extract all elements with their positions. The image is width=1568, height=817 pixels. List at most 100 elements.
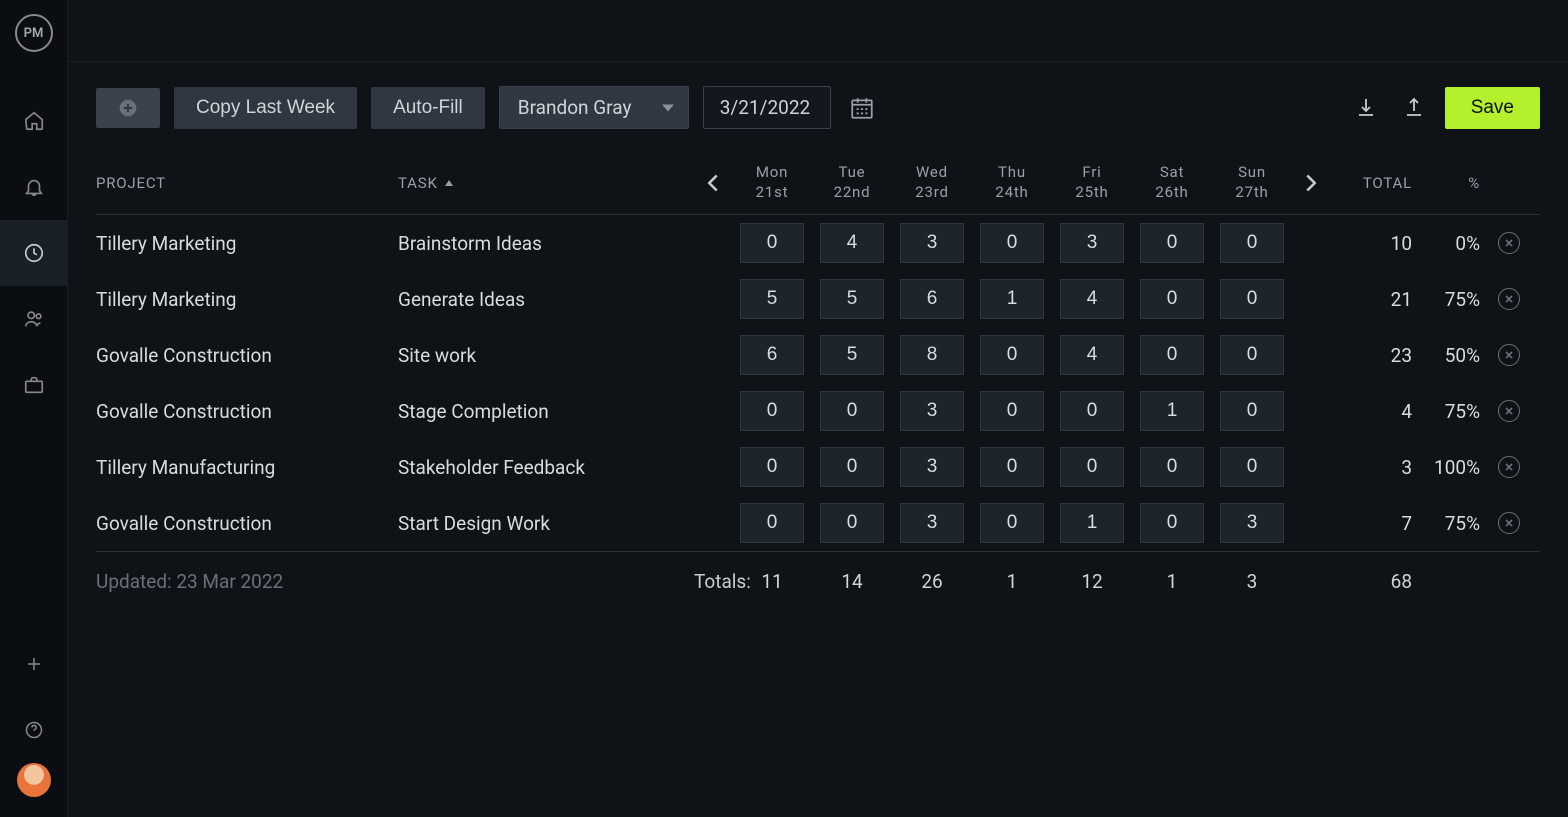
plus-icon xyxy=(25,655,43,673)
delete-row-button[interactable] xyxy=(1498,288,1520,310)
delete-row-button[interactable] xyxy=(1498,400,1520,422)
hours-input[interactable] xyxy=(740,391,804,431)
hours-input[interactable] xyxy=(1220,391,1284,431)
sidebar-item-portfolio[interactable] xyxy=(0,352,67,418)
hours-input[interactable] xyxy=(820,447,884,487)
sidebar-item-home[interactable] xyxy=(0,88,67,154)
day-header: Mon21st xyxy=(732,163,812,202)
row-percent: 100% xyxy=(1412,456,1480,479)
day-total: 12 xyxy=(1052,570,1132,593)
hours-input[interactable] xyxy=(980,335,1044,375)
hours-input[interactable] xyxy=(740,279,804,319)
hours-input[interactable] xyxy=(1140,223,1204,263)
import-button[interactable] xyxy=(1349,91,1383,125)
save-button[interactable]: Save xyxy=(1445,87,1540,129)
hours-input[interactable] xyxy=(1140,335,1204,375)
day-header: Tue22nd xyxy=(812,163,892,202)
plus-circle-icon xyxy=(118,96,138,120)
hours-input[interactable] xyxy=(1140,447,1204,487)
hours-input[interactable] xyxy=(900,447,964,487)
close-icon xyxy=(1504,238,1514,248)
hours-input[interactable] xyxy=(1060,279,1124,319)
hours-input[interactable] xyxy=(820,223,884,263)
row-percent: 75% xyxy=(1412,288,1480,311)
hours-input[interactable] xyxy=(820,335,884,375)
hours-input[interactable] xyxy=(900,279,964,319)
hours-input[interactable] xyxy=(1220,335,1284,375)
chevron-left-icon xyxy=(706,173,720,193)
hours-input[interactable] xyxy=(820,279,884,319)
hours-input[interactable] xyxy=(980,503,1044,543)
delete-row-button[interactable] xyxy=(1498,232,1520,254)
toolbar: Copy Last Week Auto-Fill Brandon Gray 3/… xyxy=(68,62,1568,153)
sidebar-item-timesheet[interactable] xyxy=(0,220,67,286)
hours-input[interactable] xyxy=(1140,503,1204,543)
hours-input[interactable] xyxy=(1060,391,1124,431)
hours-input[interactable] xyxy=(820,503,884,543)
close-icon xyxy=(1504,406,1514,416)
task-cell: Stage Completion xyxy=(398,400,694,423)
hours-input[interactable] xyxy=(900,223,964,263)
hours-input[interactable] xyxy=(1060,335,1124,375)
next-week-button[interactable] xyxy=(1292,173,1330,193)
auto-fill-button[interactable]: Auto-Fill xyxy=(371,87,485,129)
date-input[interactable]: 3/21/2022 xyxy=(703,86,831,129)
export-button[interactable] xyxy=(1397,91,1431,125)
close-icon xyxy=(1504,350,1514,360)
delete-row-button[interactable] xyxy=(1498,344,1520,366)
row-percent: 75% xyxy=(1412,400,1480,423)
calendar-icon xyxy=(849,95,875,121)
hours-input[interactable] xyxy=(980,391,1044,431)
header-task[interactable]: TASK xyxy=(398,174,694,192)
hours-input[interactable] xyxy=(1060,447,1124,487)
sidebar-item-notifications[interactable] xyxy=(0,154,67,220)
add-row-button[interactable] xyxy=(96,88,160,128)
project-cell: Tillery Manufacturing xyxy=(96,456,398,479)
hours-input[interactable] xyxy=(1220,447,1284,487)
hours-input[interactable] xyxy=(900,503,964,543)
project-cell: Govalle Construction xyxy=(96,344,398,367)
hours-input[interactable] xyxy=(740,503,804,543)
hours-input[interactable] xyxy=(820,391,884,431)
hours-input[interactable] xyxy=(740,223,804,263)
prev-week-button[interactable] xyxy=(694,173,732,193)
hours-input[interactable] xyxy=(900,391,964,431)
sidebar-item-add[interactable] xyxy=(0,631,67,697)
user-select[interactable]: Brandon Gray xyxy=(499,86,689,129)
clock-icon xyxy=(23,242,45,264)
hours-input[interactable] xyxy=(1220,503,1284,543)
table-row: Govalle ConstructionStage Completion475% xyxy=(96,383,1540,439)
sidebar-item-help[interactable] xyxy=(0,697,67,763)
hours-input[interactable] xyxy=(1140,279,1204,319)
hours-input[interactable] xyxy=(740,335,804,375)
delete-row-button[interactable] xyxy=(1498,512,1520,534)
table-header: PROJECT TASK Mon21stTue22ndWed23rdThu24t… xyxy=(96,153,1540,215)
hours-input[interactable] xyxy=(1140,391,1204,431)
row-total: 3 xyxy=(1330,456,1412,479)
day-total: 1 xyxy=(972,570,1052,593)
close-icon xyxy=(1504,294,1514,304)
user-avatar[interactable] xyxy=(17,763,51,797)
people-icon xyxy=(23,308,45,330)
day-total: 26 xyxy=(892,570,972,593)
hours-input[interactable] xyxy=(1220,279,1284,319)
row-percent: 50% xyxy=(1412,344,1480,367)
hours-input[interactable] xyxy=(980,279,1044,319)
task-cell: Brainstorm Ideas xyxy=(398,232,694,255)
hours-input[interactable] xyxy=(900,335,964,375)
chevron-right-icon xyxy=(1304,173,1318,193)
delete-row-button[interactable] xyxy=(1498,456,1520,478)
hours-input[interactable] xyxy=(1060,223,1124,263)
hours-input[interactable] xyxy=(980,447,1044,487)
hours-input[interactable] xyxy=(1220,223,1284,263)
row-total: 21 xyxy=(1330,288,1412,311)
copy-last-week-button[interactable]: Copy Last Week xyxy=(174,87,357,129)
hours-input[interactable] xyxy=(980,223,1044,263)
task-cell: Start Design Work xyxy=(398,512,694,535)
sidebar-item-team[interactable] xyxy=(0,286,67,352)
row-percent: 75% xyxy=(1412,512,1480,535)
hours-input[interactable] xyxy=(740,447,804,487)
calendar-button[interactable] xyxy=(845,91,879,125)
header-project[interactable]: PROJECT xyxy=(96,174,398,192)
hours-input[interactable] xyxy=(1060,503,1124,543)
